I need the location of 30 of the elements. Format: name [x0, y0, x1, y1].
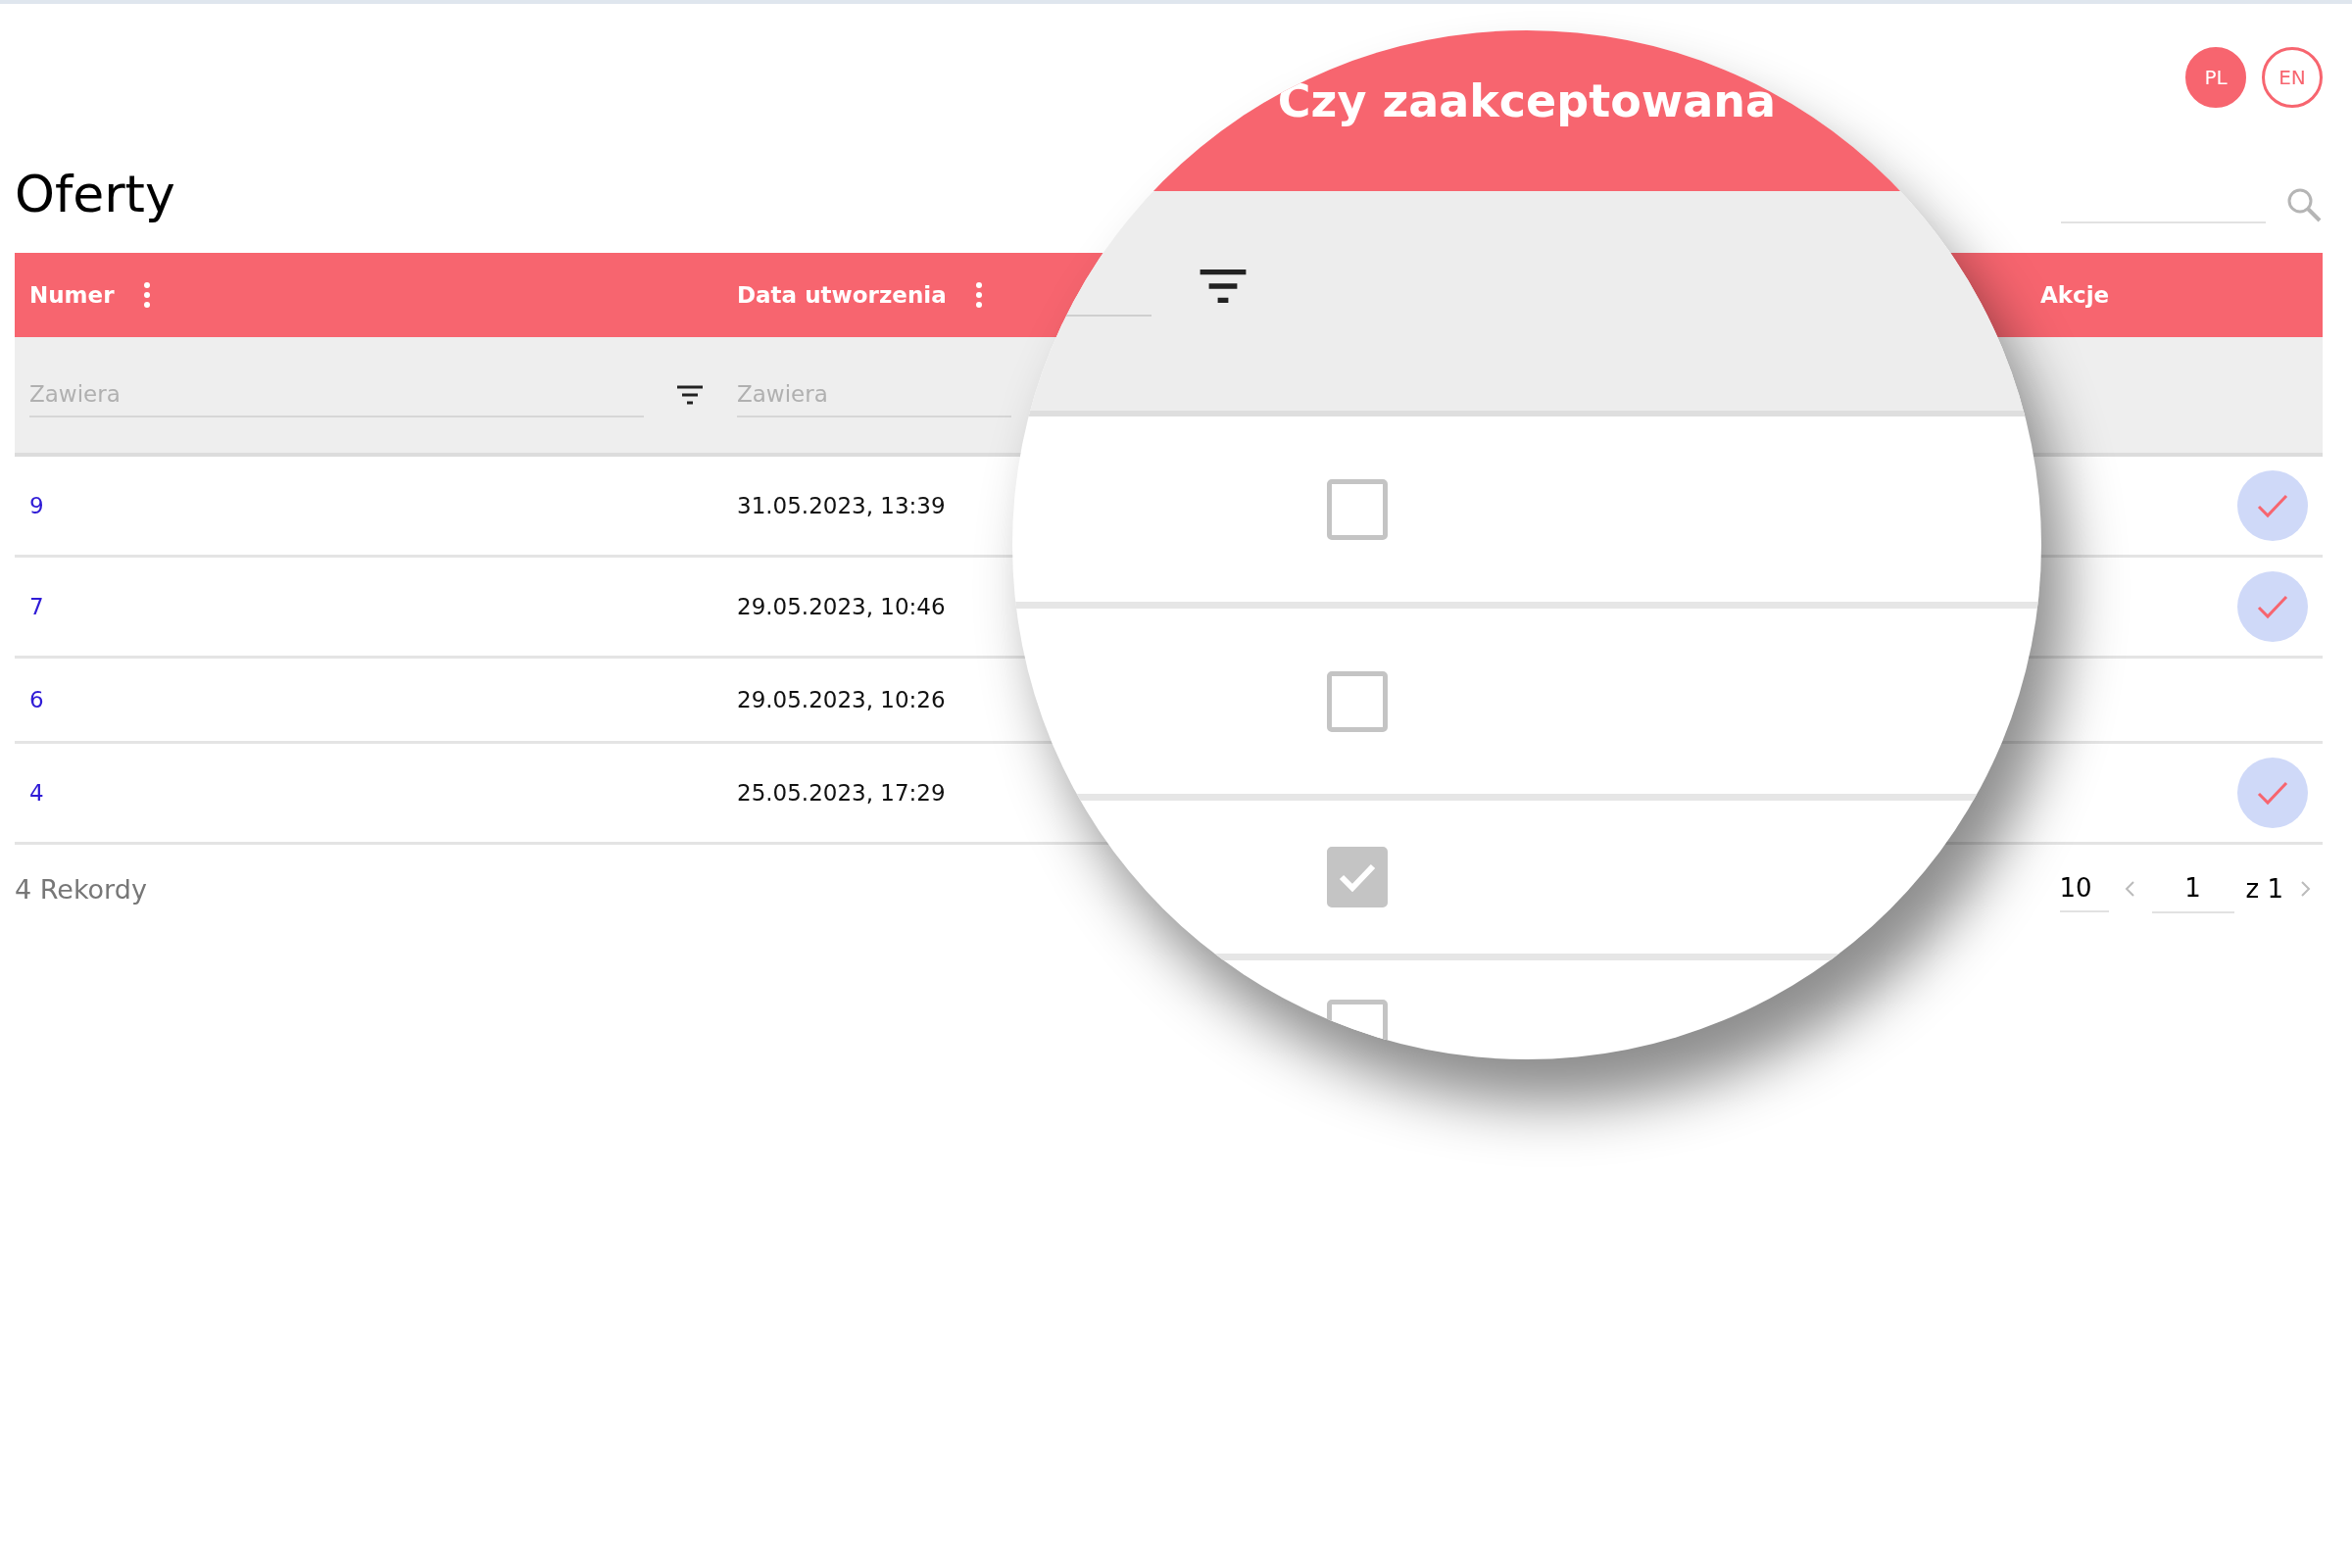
offer-link[interactable]: 4 [29, 780, 44, 806]
date-text: 25.05.2023, 17:29 [737, 780, 946, 806]
offer-link[interactable]: 9 [29, 493, 44, 518]
column-header: Numer [29, 282, 115, 308]
page-total: z 1 [2245, 874, 2283, 904]
date-text: 31.05.2023, 13:39 [737, 493, 946, 518]
filter-field[interactable]: Zawiera [737, 372, 1011, 417]
offer-link[interactable]: 6 [29, 687, 44, 712]
check-icon [2256, 594, 2289, 619]
column-header: Czy zaakceptowana [1277, 74, 1777, 127]
search-icon[interactable] [2285, 186, 2323, 223]
checkbox[interactable] [1327, 478, 1388, 540]
check-icon [1338, 862, 1377, 892]
filter-field[interactable]: Zawiera [29, 372, 644, 417]
date-text: 29.05.2023, 10:26 [737, 687, 946, 712]
menu-icon[interactable] [141, 282, 152, 308]
page-title: Oferty [15, 165, 175, 223]
check-icon [2256, 780, 2289, 806]
column-header: Akcje [2040, 282, 2110, 308]
date-text: 29.05.2023, 10:46 [737, 594, 946, 619]
column-header: Data utworzenia [737, 282, 947, 308]
checkbox[interactable] [1327, 847, 1388, 907]
rows-per-page-field[interactable]: 10 [2059, 865, 2109, 912]
page-field[interactable]: 1 [2151, 864, 2234, 913]
check-icon [2256, 493, 2289, 518]
checkbox[interactable] [1327, 670, 1388, 732]
filter-icon[interactable] [676, 385, 704, 405]
menu-icon[interactable] [973, 282, 984, 308]
offer-link[interactable]: 7 [29, 594, 44, 619]
record-count: 4 Rekordy [15, 873, 147, 905]
